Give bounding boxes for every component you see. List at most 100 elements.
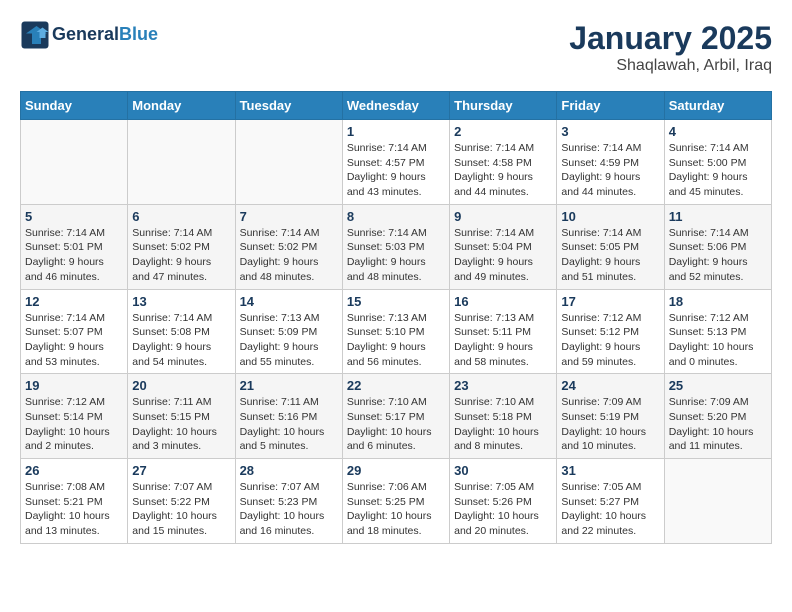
day-number: 13 xyxy=(132,294,230,309)
day-number: 2 xyxy=(454,124,552,139)
calendar-cell: 24 Sunrise: 7:09 AM Sunset: 5:19 PM Dayli… xyxy=(557,374,664,459)
day-info: Sunrise: 7:07 AM Sunset: 5:22 PM Dayligh… xyxy=(132,480,230,539)
day-number: 3 xyxy=(561,124,659,139)
day-number: 30 xyxy=(454,463,552,478)
calendar-cell: 27 Sunrise: 7:07 AM Sunset: 5:22 PM Dayli… xyxy=(128,459,235,544)
logo: GeneralBlue xyxy=(20,20,158,50)
calendar-week-row: 5 Sunrise: 7:14 AM Sunset: 5:01 PM Daylig… xyxy=(21,204,772,289)
logo-general: General xyxy=(52,24,119,44)
weekday-header: Friday xyxy=(557,92,664,120)
day-number: 8 xyxy=(347,209,445,224)
day-number: 24 xyxy=(561,378,659,393)
day-number: 23 xyxy=(454,378,552,393)
day-info: Sunrise: 7:07 AM Sunset: 5:23 PM Dayligh… xyxy=(240,480,338,539)
logo-blue: Blue xyxy=(119,24,158,44)
calendar-cell: 12Sunrise: 7:14 AM Sunset: 5:07 PM Dayli… xyxy=(21,289,128,374)
calendar-cell: 7 Sunrise: 7:14 AM Sunset: 5:02 PM Daylig… xyxy=(235,204,342,289)
weekday-header: Monday xyxy=(128,92,235,120)
day-number: 19 xyxy=(25,378,123,393)
calendar-cell: 14 Sunrise: 7:13 AM Sunset: 5:09 PM Dayli… xyxy=(235,289,342,374)
day-info: Sunrise: 7:14 AM Sunset: 5:08 PM Dayligh… xyxy=(132,311,230,370)
day-info: Sunrise: 7:14 AM Sunset: 5:06 PM Dayligh… xyxy=(669,226,767,285)
day-info: Sunrise: 7:14 AM Sunset: 4:59 PM Dayligh… xyxy=(561,141,659,200)
day-number: 27 xyxy=(132,463,230,478)
day-number: 1 xyxy=(347,124,445,139)
day-number: 6 xyxy=(132,209,230,224)
calendar-cell: 17 Sunrise: 7:12 AM Sunset: 5:12 PM Dayli… xyxy=(557,289,664,374)
weekday-header-row: SundayMondayTuesdayWednesdayThursdayFrid… xyxy=(21,92,772,120)
day-info: Sunrise: 7:10 AM Sunset: 5:17 PM Dayligh… xyxy=(347,395,445,454)
calendar-week-row: 12Sunrise: 7:14 AM Sunset: 5:07 PM Dayli… xyxy=(21,289,772,374)
calendar-cell: 3 Sunrise: 7:14 AM Sunset: 4:59 PM Daylig… xyxy=(557,120,664,205)
calendar-cell: 1 Sunrise: 7:14 AM Sunset: 4:57 PM Daylig… xyxy=(342,120,449,205)
calendar-cell xyxy=(235,120,342,205)
day-number: 9 xyxy=(454,209,552,224)
calendar-cell: 29Sunrise: 7:06 AM Sunset: 5:25 PM Dayli… xyxy=(342,459,449,544)
calendar-cell: 31 Sunrise: 7:05 AM Sunset: 5:27 PM Dayli… xyxy=(557,459,664,544)
calendar-cell xyxy=(664,459,771,544)
day-number: 21 xyxy=(240,378,338,393)
calendar-cell: 22 Sunrise: 7:10 AM Sunset: 5:17 PM Dayli… xyxy=(342,374,449,459)
day-number: 17 xyxy=(561,294,659,309)
day-info: Sunrise: 7:13 AM Sunset: 5:10 PM Dayligh… xyxy=(347,311,445,370)
calendar-cell: 5 Sunrise: 7:14 AM Sunset: 5:01 PM Daylig… xyxy=(21,204,128,289)
calendar-cell: 6 Sunrise: 7:14 AM Sunset: 5:02 PM Daylig… xyxy=(128,204,235,289)
weekday-header: Wednesday xyxy=(342,92,449,120)
day-number: 11 xyxy=(669,209,767,224)
day-info: Sunrise: 7:12 AM Sunset: 5:12 PM Dayligh… xyxy=(561,311,659,370)
calendar-cell: 23 Sunrise: 7:10 AM Sunset: 5:18 PM Dayli… xyxy=(450,374,557,459)
day-info: Sunrise: 7:08 AM Sunset: 5:21 PM Dayligh… xyxy=(25,480,123,539)
day-info: Sunrise: 7:14 AM Sunset: 5:03 PM Dayligh… xyxy=(347,226,445,285)
day-number: 14 xyxy=(240,294,338,309)
weekday-header: Sunday xyxy=(21,92,128,120)
day-number: 12 xyxy=(25,294,123,309)
calendar-cell: 2Sunrise: 7:14 AM Sunset: 4:58 PM Daylig… xyxy=(450,120,557,205)
day-info: Sunrise: 7:13 AM Sunset: 5:09 PM Dayligh… xyxy=(240,311,338,370)
title-block: January 2025 Shaqlawah, Arbil, Iraq xyxy=(569,20,772,75)
calendar-cell: 10Sunrise: 7:14 AM Sunset: 5:05 PM Dayli… xyxy=(557,204,664,289)
day-info: Sunrise: 7:09 AM Sunset: 5:20 PM Dayligh… xyxy=(669,395,767,454)
day-info: Sunrise: 7:14 AM Sunset: 5:02 PM Dayligh… xyxy=(132,226,230,285)
day-info: Sunrise: 7:14 AM Sunset: 5:02 PM Dayligh… xyxy=(240,226,338,285)
day-number: 31 xyxy=(561,463,659,478)
calendar-week-row: 19 Sunrise: 7:12 AM Sunset: 5:14 PM Dayli… xyxy=(21,374,772,459)
calendar-cell: 8 Sunrise: 7:14 AM Sunset: 5:03 PM Daylig… xyxy=(342,204,449,289)
day-info: Sunrise: 7:10 AM Sunset: 5:18 PM Dayligh… xyxy=(454,395,552,454)
calendar-cell: 25Sunrise: 7:09 AM Sunset: 5:20 PM Dayli… xyxy=(664,374,771,459)
day-info: Sunrise: 7:12 AM Sunset: 5:14 PM Dayligh… xyxy=(25,395,123,454)
logo-icon xyxy=(20,20,50,50)
calendar-cell: 20Sunrise: 7:11 AM Sunset: 5:15 PM Dayli… xyxy=(128,374,235,459)
calendar-cell: 28 Sunrise: 7:07 AM Sunset: 5:23 PM Dayli… xyxy=(235,459,342,544)
day-number: 7 xyxy=(240,209,338,224)
day-info: Sunrise: 7:14 AM Sunset: 4:57 PM Dayligh… xyxy=(347,141,445,200)
day-info: Sunrise: 7:09 AM Sunset: 5:19 PM Dayligh… xyxy=(561,395,659,454)
day-number: 26 xyxy=(25,463,123,478)
calendar-cell: 30 Sunrise: 7:05 AM Sunset: 5:26 PM Dayli… xyxy=(450,459,557,544)
day-number: 29 xyxy=(347,463,445,478)
day-info: Sunrise: 7:14 AM Sunset: 5:05 PM Dayligh… xyxy=(561,226,659,285)
day-info: Sunrise: 7:14 AM Sunset: 5:01 PM Dayligh… xyxy=(25,226,123,285)
day-info: Sunrise: 7:11 AM Sunset: 5:16 PM Dayligh… xyxy=(240,395,338,454)
calendar-cell xyxy=(21,120,128,205)
calendar-cell: 18Sunrise: 7:12 AM Sunset: 5:13 PM Dayli… xyxy=(664,289,771,374)
day-info: Sunrise: 7:05 AM Sunset: 5:26 PM Dayligh… xyxy=(454,480,552,539)
calendar-cell: 19 Sunrise: 7:12 AM Sunset: 5:14 PM Dayli… xyxy=(21,374,128,459)
day-info: Sunrise: 7:14 AM Sunset: 5:00 PM Dayligh… xyxy=(669,141,767,200)
calendar-cell xyxy=(128,120,235,205)
calendar-subtitle: Shaqlawah, Arbil, Iraq xyxy=(569,57,772,75)
calendar-cell: 26 Sunrise: 7:08 AM Sunset: 5:21 PM Dayli… xyxy=(21,459,128,544)
calendar-cell: 9 Sunrise: 7:14 AM Sunset: 5:04 PM Daylig… xyxy=(450,204,557,289)
day-number: 15 xyxy=(347,294,445,309)
day-number: 22 xyxy=(347,378,445,393)
day-number: 28 xyxy=(240,463,338,478)
day-number: 4 xyxy=(669,124,767,139)
day-info: Sunrise: 7:12 AM Sunset: 5:13 PM Dayligh… xyxy=(669,311,767,370)
day-info: Sunrise: 7:05 AM Sunset: 5:27 PM Dayligh… xyxy=(561,480,659,539)
calendar-cell: 16Sunrise: 7:13 AM Sunset: 5:11 PM Dayli… xyxy=(450,289,557,374)
calendar-week-row: 1 Sunrise: 7:14 AM Sunset: 4:57 PM Daylig… xyxy=(21,120,772,205)
day-info: Sunrise: 7:13 AM Sunset: 5:11 PM Dayligh… xyxy=(454,311,552,370)
day-number: 5 xyxy=(25,209,123,224)
day-info: Sunrise: 7:14 AM Sunset: 5:04 PM Dayligh… xyxy=(454,226,552,285)
page-header: GeneralBlue January 2025 Shaqlawah, Arbi… xyxy=(20,20,772,75)
calendar-cell: 21 Sunrise: 7:11 AM Sunset: 5:16 PM Dayli… xyxy=(235,374,342,459)
